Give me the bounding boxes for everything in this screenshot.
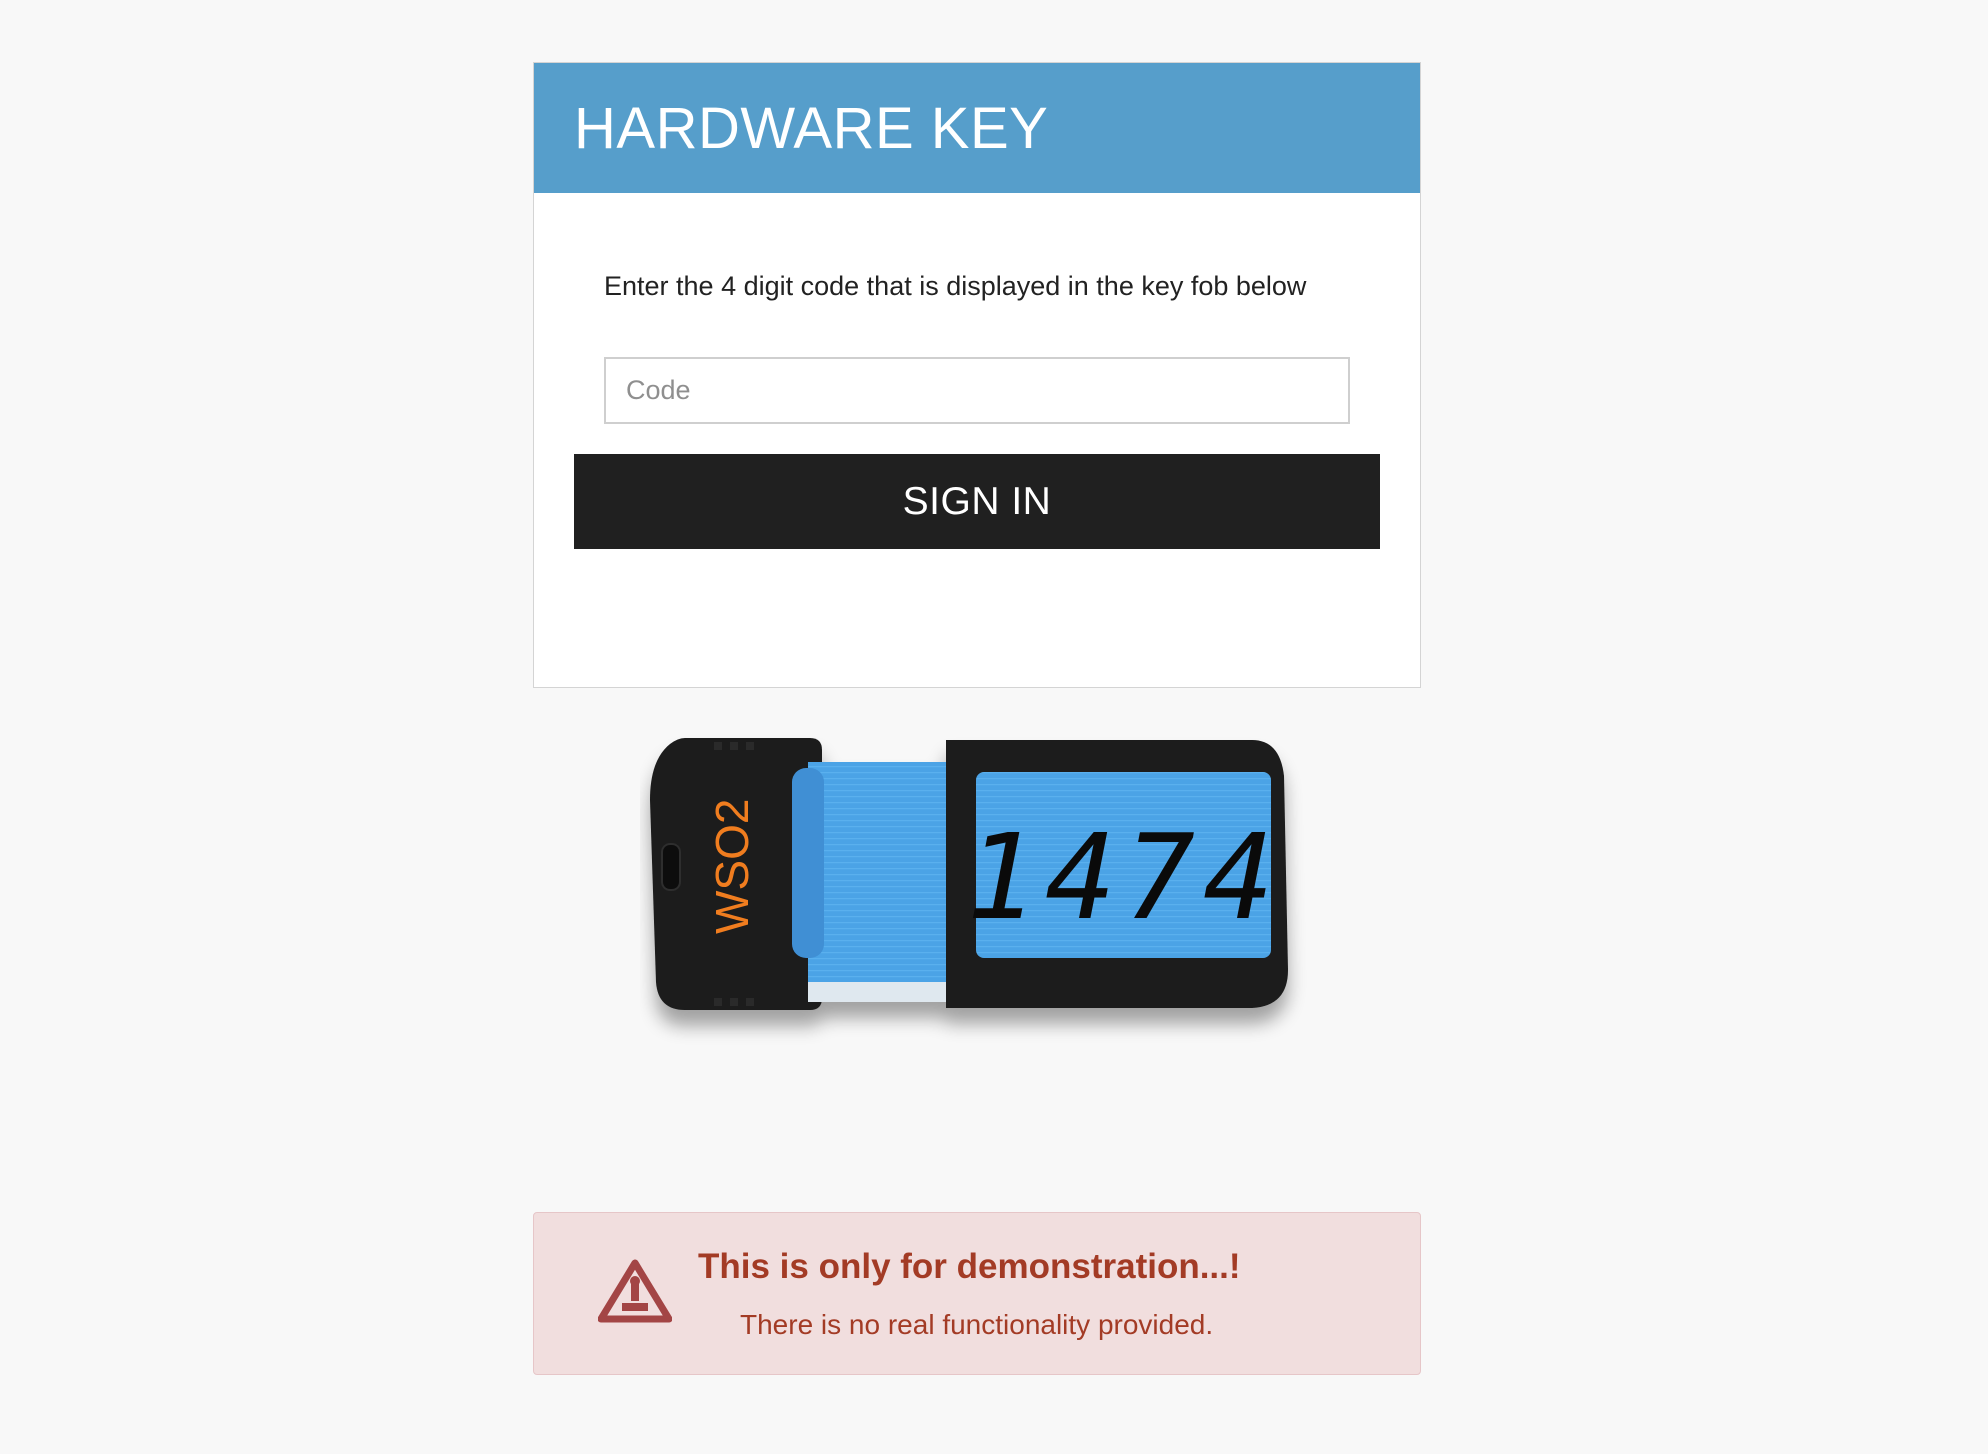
key-fob-image: WSO2 1474 <box>650 738 1288 1010</box>
svg-text:WSO2: WSO2 <box>706 799 758 934</box>
fob-display-code: 1474 <box>966 808 1282 946</box>
wso2-logo: WSO2 <box>706 799 758 934</box>
card-header: HARDWARE KEY <box>534 63 1420 193</box>
sign-in-button[interactable]: SIGN IN <box>574 454 1380 549</box>
card-title: HARDWARE KEY <box>574 95 1049 161</box>
instruction-text: Enter the 4 digit code that is displayed… <box>604 271 1307 301</box>
demo-alert: This is only for demonstration...! There… <box>533 1212 1421 1375</box>
code-input[interactable] <box>604 357 1350 424</box>
alert-text: There is no real functionality provided. <box>740 1309 1214 1340</box>
warning-icon <box>598 1259 672 1323</box>
hardware-key-card: HARDWARE KEY Enter the 4 digit code that… <box>533 62 1421 688</box>
alert-title: This is only for demonstration...! <box>698 1247 1241 1286</box>
